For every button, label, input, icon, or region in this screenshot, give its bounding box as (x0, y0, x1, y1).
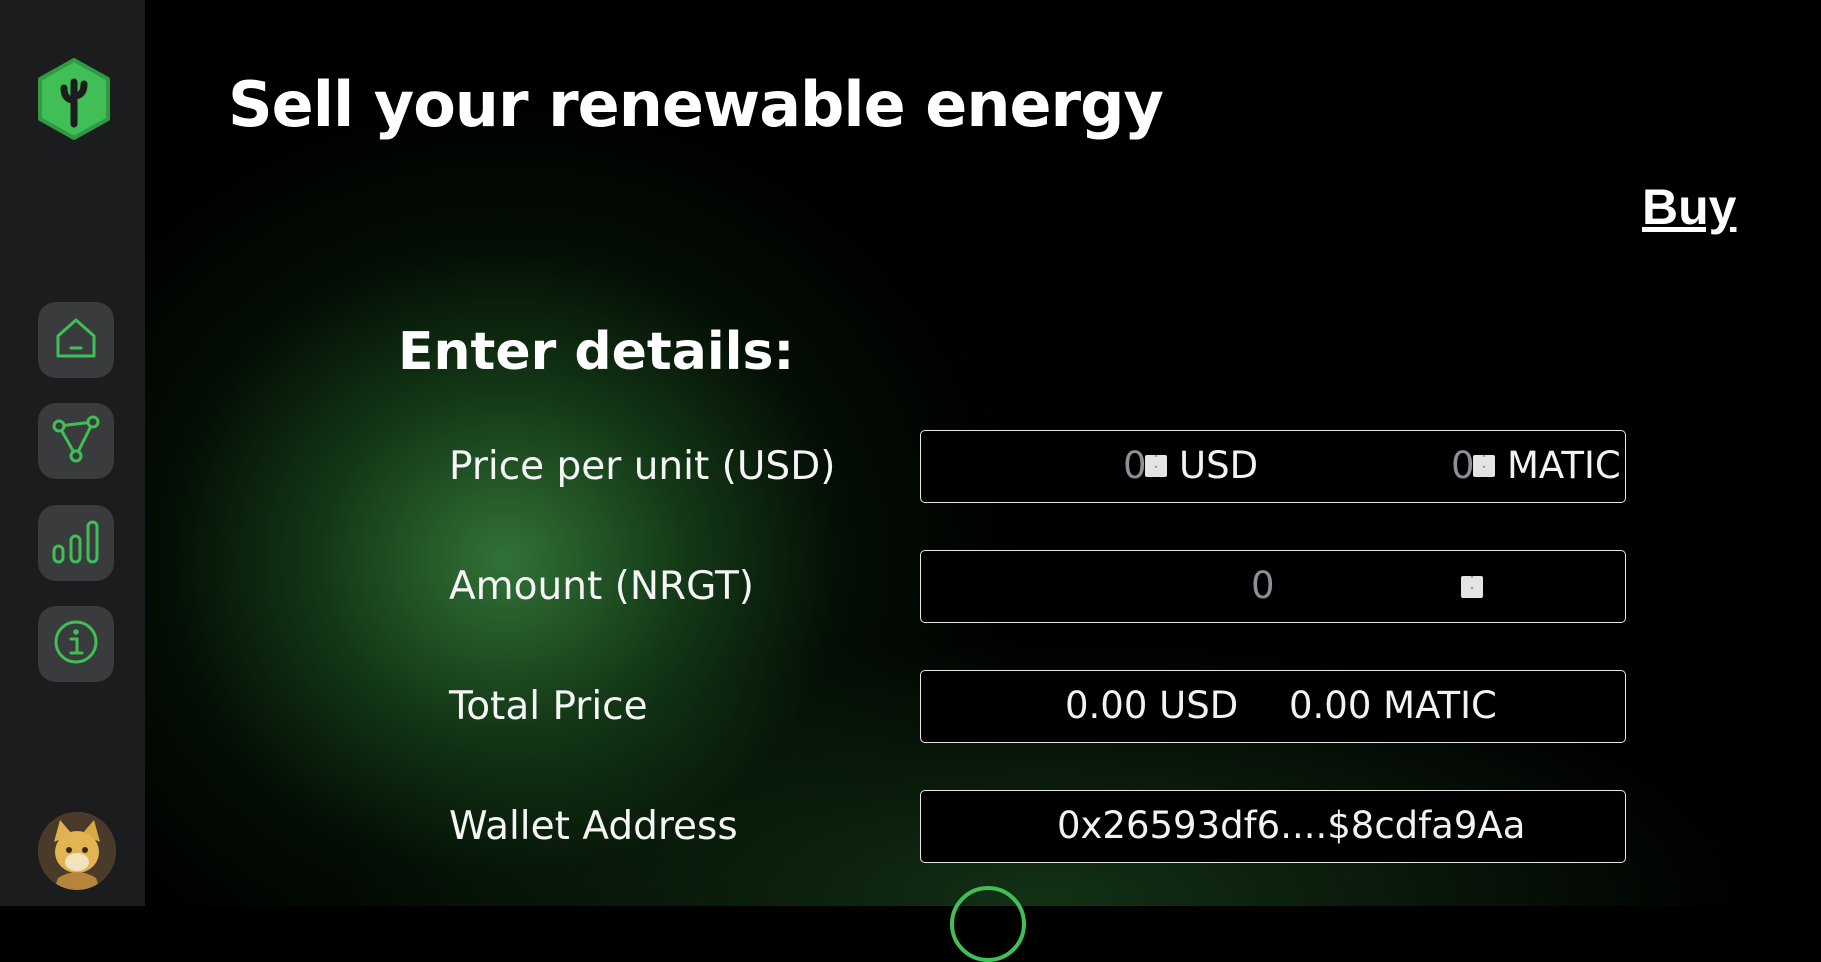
submit-button[interactable] (950, 886, 1026, 962)
wallet-address-field: 0x26593df6....$8cdfa9Aa (920, 790, 1626, 863)
info-icon (52, 618, 100, 670)
sidebar-item-stats[interactable] (38, 505, 114, 581)
price-matic-unit: MATIC (1507, 444, 1621, 487)
total-matic-value: 0.00 MATIC (1289, 684, 1497, 727)
total-price-field: 0.00 USD 0.00 MATIC (920, 670, 1626, 743)
wallet-address-value: 0x26593df6....$8cdfa9Aa (1057, 804, 1526, 847)
price-per-unit-label: Price per unit (USD) (449, 444, 836, 489)
home-icon (52, 314, 100, 366)
plant-hexagon-logo-icon[interactable] (36, 58, 112, 140)
section-title: Enter details: (398, 322, 795, 382)
sidebar (0, 0, 145, 906)
sidebar-item-info[interactable] (38, 606, 114, 682)
amount-input[interactable]: 0 (1251, 564, 1275, 607)
total-price-label: Total Price (449, 684, 648, 729)
amount-label: Amount (NRGT) (449, 564, 755, 609)
price-matic-input[interactable]: 0 (1451, 444, 1475, 487)
price-usd-stepper[interactable]: ˄ ˅ (1145, 455, 1167, 477)
buy-link[interactable]: Buy (1642, 178, 1736, 236)
price-usd-input[interactable]: 0 (1123, 444, 1147, 487)
amount-stepper[interactable]: ˄ ˅ (1461, 576, 1483, 598)
amount-field[interactable]: 0 ˄ ˅ (920, 550, 1626, 623)
sidebar-item-home[interactable] (38, 302, 114, 378)
network-triangle-icon (51, 414, 101, 468)
price-usd-unit: USD (1179, 444, 1259, 487)
bar-chart-icon (50, 516, 102, 570)
total-usd-value: 0.00 USD (1065, 684, 1239, 727)
page-title: Sell your renewable energy (228, 68, 1164, 141)
wallet-address-label: Wallet Address (449, 804, 738, 849)
price-matic-stepper[interactable]: ˄ ˅ (1473, 455, 1495, 477)
price-per-unit-field: 0 ˄ ˅ USD 0 ˄ ˅ MATIC (920, 430, 1626, 503)
sidebar-item-network[interactable] (38, 403, 114, 479)
user-avatar[interactable] (38, 812, 116, 890)
